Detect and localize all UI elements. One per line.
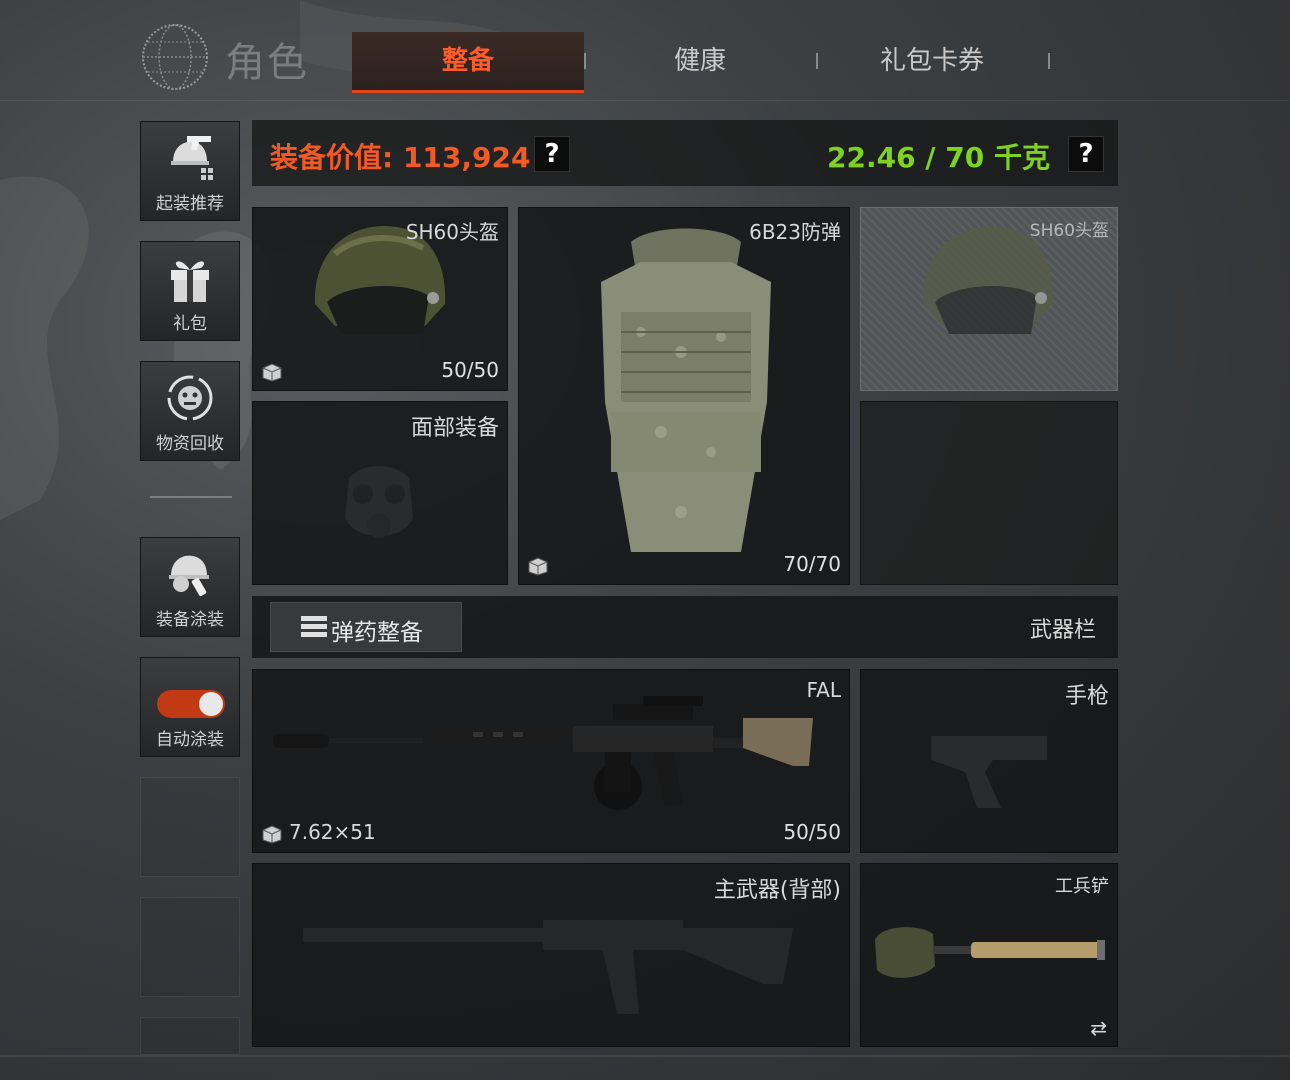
sidebar-item-label: 物资回收: [156, 434, 224, 454]
weight-help-button[interactable]: ?: [1068, 136, 1104, 172]
helmet-slot[interactable]: SH60头盔 50/50: [252, 207, 508, 391]
carry-weight: 22.46 / 70 千克: [826, 141, 1050, 174]
slot-name: 主武器(背部): [713, 878, 841, 903]
value-help-button[interactable]: ?: [534, 136, 570, 172]
ammo-loadout-button[interactable]: 弹药整备: [270, 602, 462, 652]
slot-name: 工兵铲: [1055, 876, 1109, 897]
sidebar-item-label: 礼包: [173, 314, 207, 334]
gift-icon: [171, 261, 209, 302]
durability-count: 70/70: [783, 552, 841, 576]
sidebar-item-label: 起装推荐: [156, 194, 224, 214]
ammo-icon: [301, 616, 327, 637]
pistol-slot[interactable]: 手枪: [860, 669, 1118, 853]
weapon-bar-label: 武器栏: [1029, 618, 1096, 643]
slot-name: 6B23防弹: [749, 220, 841, 244]
tab-health[interactable]: 健康: [584, 32, 816, 90]
durability-count: 50/50: [783, 820, 841, 844]
sidebar-item-auto-skin[interactable]: 自动涂装: [140, 657, 240, 757]
page-title: 角色: [225, 40, 309, 86]
body-armor-icon: [601, 228, 771, 552]
slot-name: 面部装备: [410, 416, 499, 441]
durability-count: 50/50: [441, 358, 499, 382]
tab-loadout[interactable]: 整备: [352, 32, 584, 93]
slot-name: SH60头盔: [1029, 221, 1109, 241]
sidebar-item-gift[interactable]: 礼包: [140, 241, 240, 341]
shovel-icon: [875, 927, 1105, 978]
helmet-gun-icon: [171, 136, 213, 180]
sidebar-item-label: 装备涂装: [156, 610, 224, 630]
rifle-silhouette-icon: [303, 920, 793, 1014]
auto-skin-toggle[interactable]: [157, 690, 225, 718]
globe-icon: [142, 24, 208, 90]
slot-name: SH60头盔: [405, 220, 499, 244]
primary-back-slot[interactable]: 主武器(背部): [252, 863, 850, 1047]
ammo-caliber: 7.62×51: [289, 820, 376, 844]
box-icon: [262, 363, 282, 382]
equipment-value: 装备价值: 113,924: [270, 141, 531, 174]
sidebar-item-label: 自动涂装: [156, 730, 224, 750]
ammo-loadout-label: 弹药整备: [331, 620, 423, 646]
top-bar: 角色 整备 健康 礼包卡券: [0, 0, 1290, 101]
gas-mask-icon: [345, 466, 413, 538]
rifle-icon: [273, 696, 813, 810]
slot-name: FAL: [806, 678, 842, 702]
armor-slot[interactable]: 6B23防弹 70/70: [518, 207, 850, 585]
sidebar-item-recommended-loadout[interactable]: 起装推荐: [140, 121, 240, 221]
weapon-bar: 弹药整备 武器栏: [252, 596, 1118, 658]
helmet-preview-slot[interactable]: SH60头盔: [860, 207, 1118, 391]
sidebar-item-recycle[interactable]: 物资回收: [140, 361, 240, 461]
empty-gear-slot[interactable]: [860, 401, 1118, 585]
slot-name: 手枪: [1064, 684, 1109, 709]
melee-slot[interactable]: 工兵铲 ⇄: [860, 863, 1118, 1047]
swap-icon[interactable]: ⇄: [1090, 1016, 1107, 1040]
toggle-knob: [199, 692, 223, 716]
bottom-divider: [0, 1055, 1290, 1057]
tab-coupons[interactable]: 礼包卡券: [816, 32, 1048, 90]
tab-divider: [1048, 53, 1050, 69]
pistol-icon: [931, 736, 1047, 808]
sidebar-empty-slot: [140, 1017, 240, 1055]
primary-weapon-slot[interactable]: FAL 7.62×51 50/50: [252, 669, 850, 853]
loadout-summary-bar: 装备价值: 113,924 ? 22.46 / 70 千克 ?: [252, 120, 1118, 186]
spray-helmet-icon: [169, 555, 209, 597]
sidebar-empty-slot: [140, 897, 240, 997]
sidebar-divider: [150, 496, 232, 498]
sidebar-empty-slot: [140, 777, 240, 877]
face-gear-slot[interactable]: 面部装备: [252, 401, 508, 585]
sidebar-item-skins[interactable]: 装备涂装: [140, 537, 240, 637]
box-icon: [262, 825, 282, 844]
box-icon: [528, 557, 548, 576]
recycle-face-icon: [167, 375, 213, 421]
